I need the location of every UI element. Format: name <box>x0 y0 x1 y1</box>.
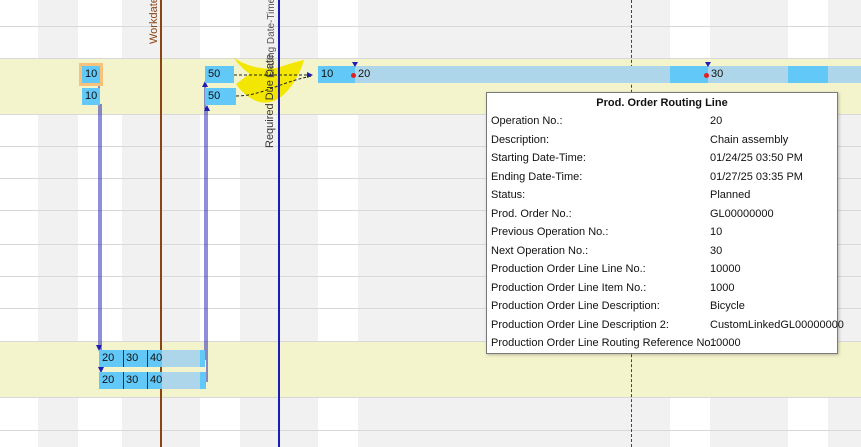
segment-separator <box>123 372 124 389</box>
tooltip-row: Status: Planned <box>487 186 837 205</box>
tooltip-row: Previous Operation No.: 10 <box>487 223 837 242</box>
operation-bar[interactable] <box>670 66 708 83</box>
tooltip-value: 10000 <box>710 263 741 275</box>
operation-bar[interactable] <box>162 372 200 389</box>
operation-bar[interactable]: 30 <box>708 66 788 83</box>
tooltip-row: Description: Chain assembly <box>487 131 837 150</box>
tooltip-row: Prod. Order No.: GL00000000 <box>487 205 837 224</box>
tooltip-row: Production Order Line Routing Reference … <box>487 334 837 353</box>
operation-bar[interactable]: 20 <box>99 350 123 367</box>
tooltip-value: 30 <box>710 244 723 257</box>
tooltip-value: 20 <box>710 115 723 127</box>
tooltip-label: Previous Operation No.: <box>491 226 609 238</box>
operation-bar[interactable] <box>828 66 861 83</box>
routing-line-tooltip: Prod. Order Routing Line Operation No.: 2… <box>486 92 844 354</box>
tooltip-label: Production Order Line Description 2: <box>491 318 669 331</box>
tooltip-value: 10000 <box>710 337 741 349</box>
operation-bar[interactable]: 10 <box>82 88 100 105</box>
tooltip-value: CustomLinkedGL00000000 <box>710 318 844 331</box>
tooltip-value: GL00000000 <box>710 207 774 220</box>
tooltip-label: Prod. Order No.: <box>491 207 572 220</box>
tooltip-value: Planned <box>710 189 751 201</box>
tooltip-label: Ending Date-Time: <box>491 170 583 183</box>
operation-bar[interactable]: 10 <box>79 63 103 86</box>
tooltip-label: Production Order Line Line No.: <box>491 263 646 275</box>
tooltip-row: Production Order Line Description 2: Cust… <box>487 316 844 335</box>
tooltip-value: Chain assembly <box>710 133 789 146</box>
tooltip-label: Production Order Line Routing Reference … <box>491 337 717 349</box>
tooltip-row: Starting Date-Time: 01/24/25 03:50 PM <box>487 149 837 168</box>
tooltip-value: 1000 <box>710 281 735 294</box>
operation-bar[interactable]: 30 <box>123 350 147 367</box>
segment-separator <box>147 372 148 389</box>
tooltip-label: Next Operation No.: <box>491 244 589 257</box>
tooltip-value: 10 <box>710 226 723 238</box>
operation-bar[interactable]: 30 <box>123 372 147 389</box>
operation-bar[interactable] <box>162 350 200 367</box>
tooltip-title: Prod. Order Routing Line <box>596 97 728 109</box>
tooltip-row: Ending Date-Time: 01/27/25 03:35 PM <box>487 168 837 187</box>
link-point-icon <box>351 73 356 78</box>
operation-bar[interactable] <box>200 350 205 367</box>
marker-icon <box>705 62 711 67</box>
tooltip-value: 01/24/25 03:50 PM <box>710 152 803 164</box>
tooltip-label: Operation No.: <box>491 115 563 127</box>
tooltip-label: Production Order Line Description: <box>491 300 660 312</box>
operation-bar[interactable] <box>200 372 206 389</box>
operation-bar[interactable] <box>788 66 828 83</box>
operation-bar[interactable]: 40 <box>147 350 162 367</box>
tooltip-row: Next Operation No.: 30 <box>487 242 837 261</box>
tooltip-row: Production Order Line Item No.: 1000 <box>487 279 837 298</box>
operation-bar[interactable]: 40 <box>147 372 162 389</box>
tooltip-label: Production Order Line Item No.: <box>491 281 647 294</box>
tooltip-row: Operation No.: 20 <box>487 112 837 131</box>
operation-bar[interactable]: 10 <box>318 66 355 83</box>
tooltip-label: Description: <box>491 133 550 146</box>
tooltip-value: 01/27/25 03:35 PM <box>710 170 803 183</box>
operation-bar-selected[interactable]: 20 <box>355 66 670 83</box>
marker-icon <box>352 62 358 67</box>
link-point-icon <box>704 73 709 78</box>
segment-separator <box>147 350 148 367</box>
segment-separator <box>123 350 124 367</box>
operation-bar[interactable]: 20 <box>99 372 123 389</box>
operation-bar[interactable]: 50 <box>205 88 236 105</box>
tooltip-row: Production Order Line Line No.: 10000 <box>487 260 837 279</box>
tooltip-value: Bicycle <box>710 300 745 312</box>
tooltip-label: Starting Date-Time: <box>491 152 586 164</box>
operation-bar[interactable]: 50 <box>205 66 234 83</box>
tooltip-label: Status: <box>491 189 526 201</box>
tooltip-row: Production Order Line Description: Bicycl… <box>487 297 837 316</box>
